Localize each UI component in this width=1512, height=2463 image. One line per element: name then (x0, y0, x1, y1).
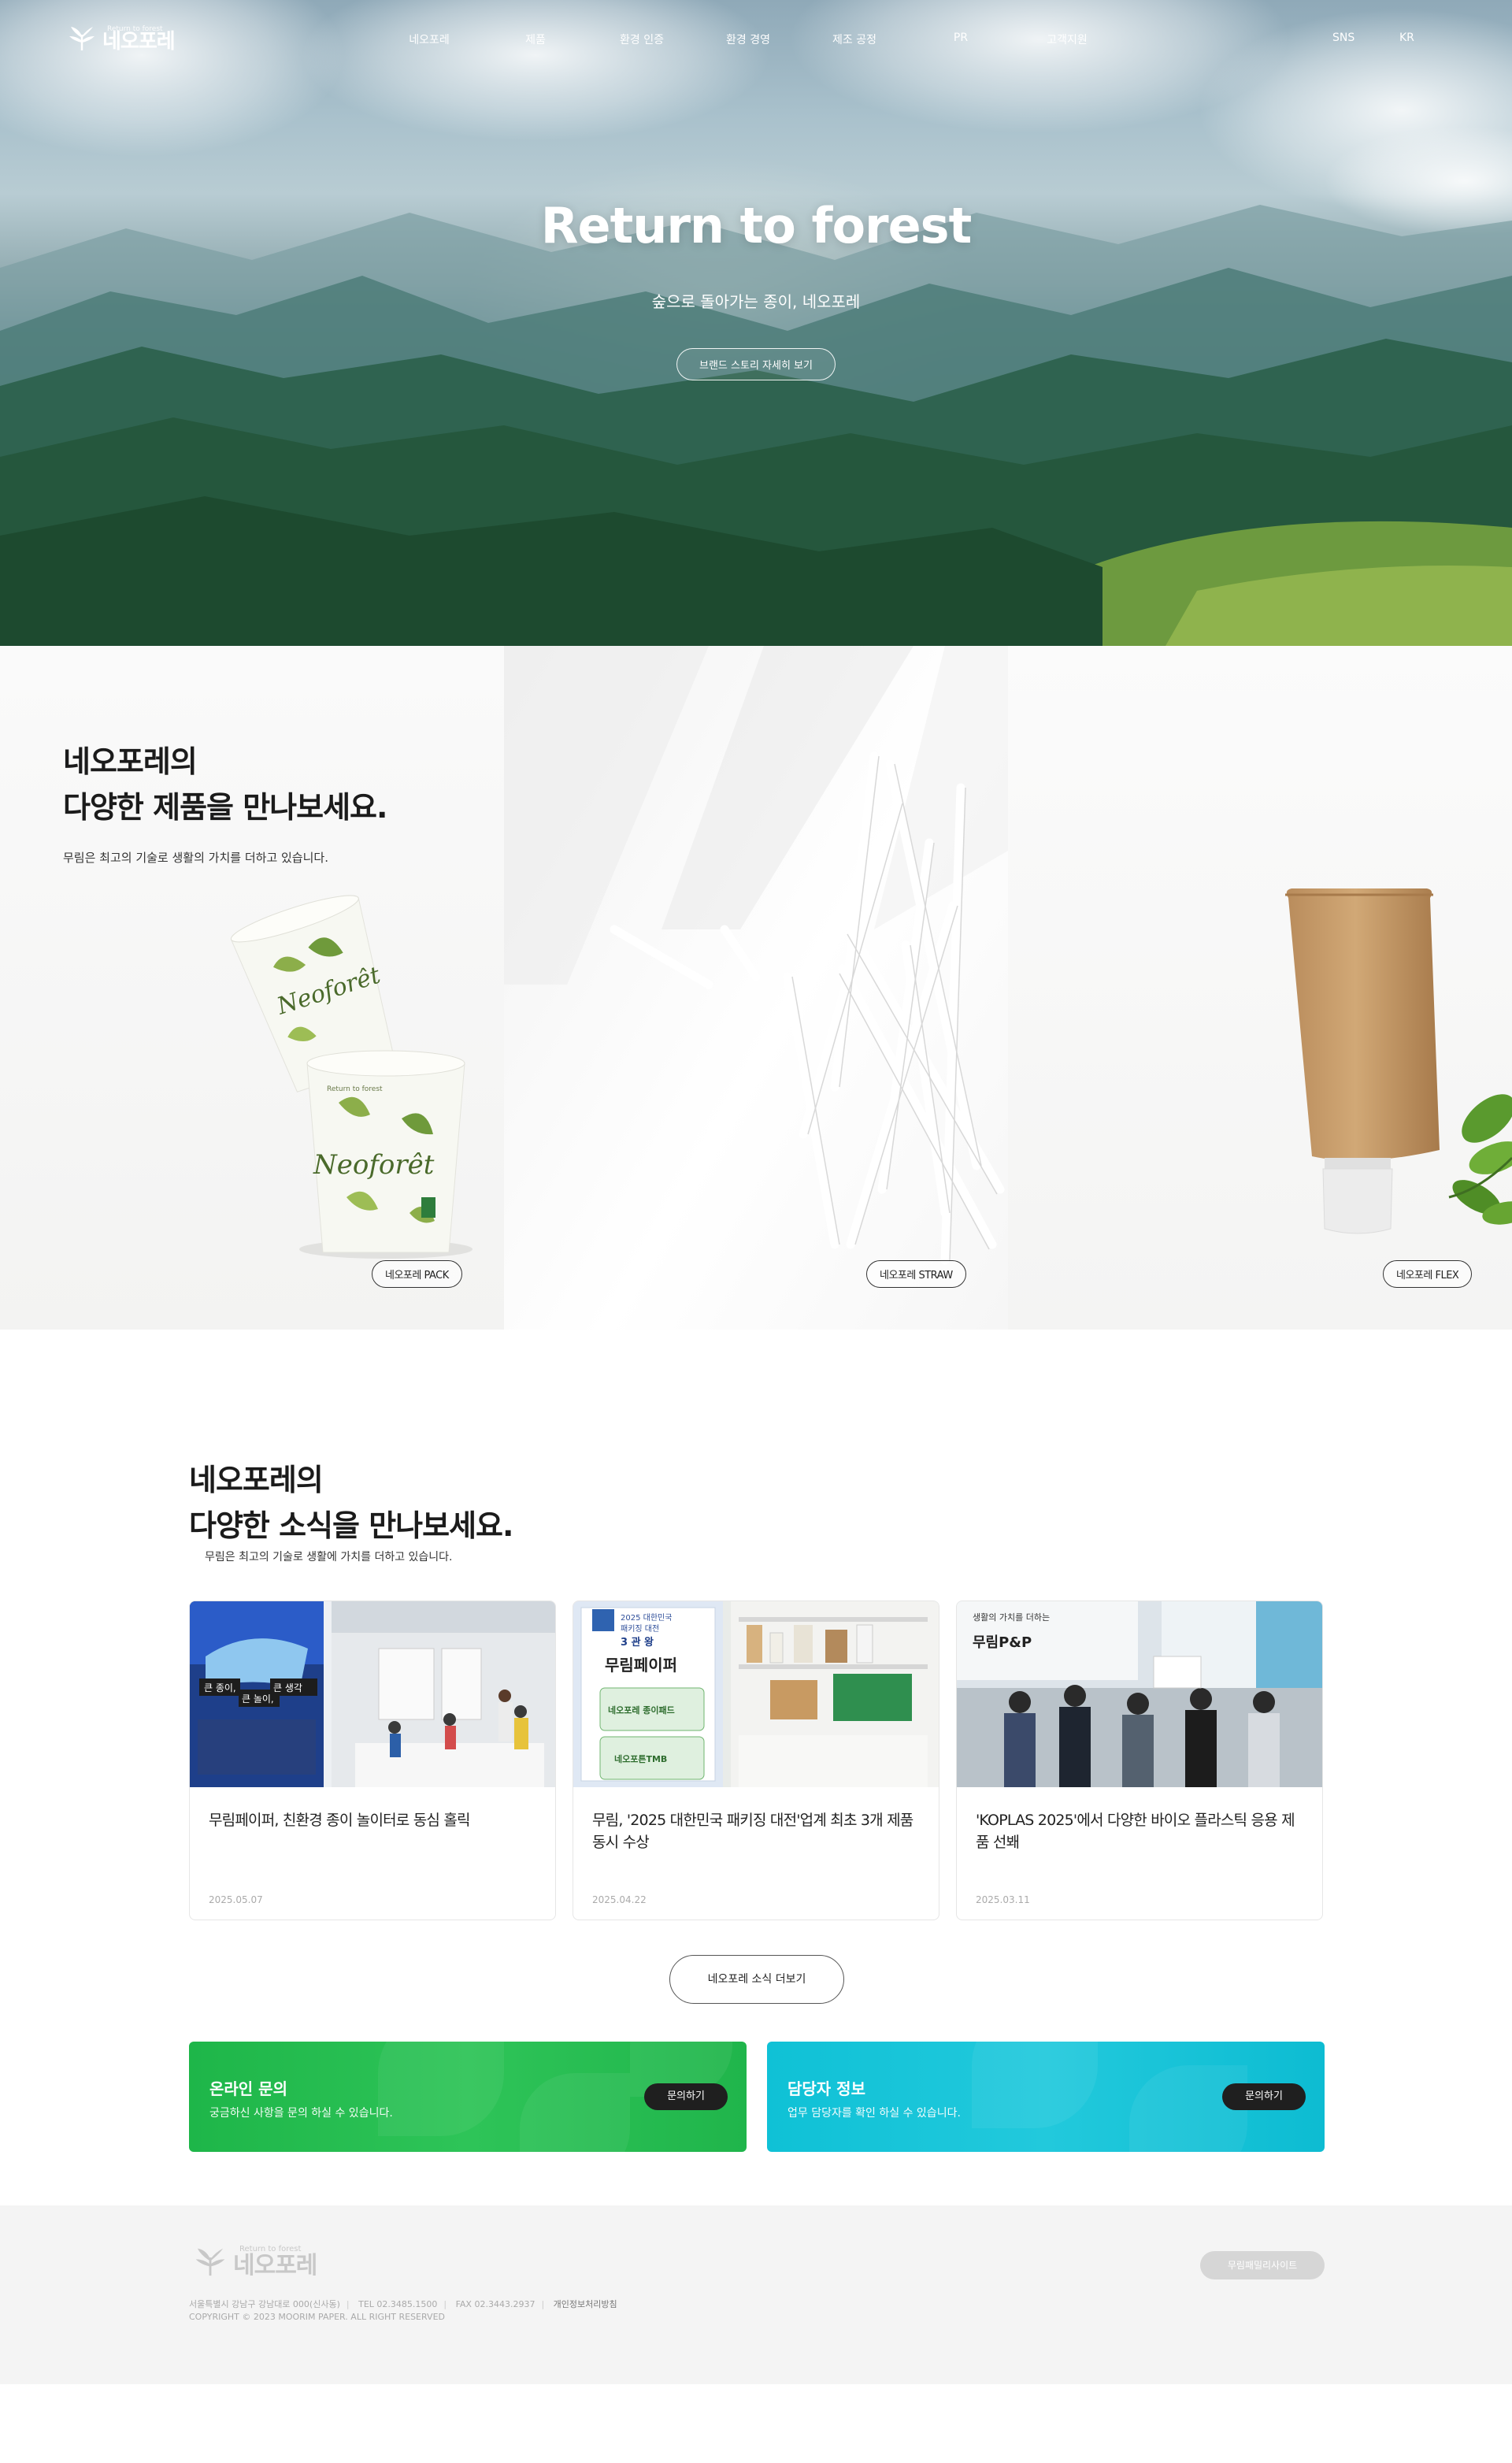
brand-story-button[interactable]: 브랜드 스토리 자세히 보기 (676, 348, 836, 380)
news-card-date: 2025.03.11 (976, 1894, 1030, 1905)
thumb-text: 패키징 대전 (621, 1624, 659, 1634)
news-thumbnail: 생활의 가치를 더하는 무림P&P (957, 1601, 1322, 1787)
language-selector[interactable]: KR (1399, 32, 1414, 44)
sns-link[interactable]: SNS (1332, 32, 1354, 44)
thumb-text: 2025 대한민국 (621, 1613, 672, 1623)
products-title: 네오포레의 다양한 제품을 만나보세요. (63, 739, 387, 830)
news-more-button[interactable]: 네오포레 소식 더보기 (669, 1955, 844, 2004)
leaf-decoration (378, 2042, 504, 2136)
products-title-line2: 다양한 제품을 만나보세요. (63, 790, 387, 825)
hero-section: 네오포레 Return to forest 네오포레 제품 환경 인증 환경 경… (0, 0, 1512, 646)
logo-tagline: Return to forest (107, 25, 163, 33)
leaf-logo-icon (195, 2248, 225, 2276)
news-card-title: 무림, '2025 대한민국 패키징 대전'업계 최초 3개 제품 동시 수상 (592, 1812, 914, 1851)
leaf-decoration (972, 2042, 1098, 2128)
footer-copyright: COPYRIGHT © 2023 MOORIM PAPER. ALL RIGHT… (189, 2312, 445, 2322)
logo[interactable]: 네오포레 Return to forest (66, 24, 176, 55)
cup-tagline: Return to forest (327, 1085, 383, 1093)
footer-tel: TEL 02.3485.1500 (358, 2299, 438, 2309)
product-pack-panel[interactable]: 네오포레의 다양한 제품을 만나보세요. 무림은 최고의 기술로 생활의 가치를… (0, 646, 504, 1330)
thumb-text: 네오포튼TMB (614, 1753, 667, 1764)
hero-title: Return to forest (540, 197, 972, 254)
products-description: 무림은 최고의 기술로 생활의 가치를 더하고 있습니다. (63, 851, 328, 865)
nav-item-pr[interactable]: PR (954, 32, 968, 44)
banner-title: 담당자 정보 (788, 2079, 865, 2098)
contact-person-banner[interactable]: 담당자 정보 업무 담당자를 확인 하실 수 있습니다. 문의하기 (767, 2042, 1325, 2152)
news-section: 네오포레의 다양한 소식을 만나보세요. 무림은 최고의 기술로 생활에 가치를… (0, 1330, 1512, 2205)
news-card[interactable]: 큰 종이, 큰 놀이, 큰 생각 무림페이퍼, 친환경 종이 놀이터로 동심 홀… (189, 1601, 556, 1920)
hero-subtitle: 숲으로 돌아가는 종이, 네오포레 (651, 292, 861, 311)
banner-subtitle: 궁금하신 사항을 문의 하실 수 있습니다. (209, 2107, 393, 2120)
footer-logo[interactable]: 네오포레 Return to forest (192, 2245, 317, 2281)
nav-item-products[interactable]: 제품 (525, 32, 546, 47)
product-tag-pack[interactable]: 네오포레 PACK (372, 1260, 462, 1288)
news-card-title: 무림페이퍼, 친환경 종이 놀이터로 동심 홀릭 (209, 1812, 470, 1829)
leaf-decoration (520, 2073, 630, 2152)
thumb-text: 네오포레 종이패드 (608, 1704, 675, 1716)
thumb-text: 무림P&P (973, 1634, 1032, 1651)
news-card-title: 'KOPLAS 2025'에서 다양한 바이오 플라스틱 응용 제품 선봬 (976, 1812, 1295, 1851)
thumb-text: 생활의 가치를 더하는 (973, 1612, 1050, 1623)
footer: 네오포레 Return to forest 서울특별시 강남구 강남대로 000… (0, 2205, 1512, 2384)
products-title-line1: 네오포레의 (63, 744, 198, 779)
page-bottom-spacer (0, 2384, 1512, 2463)
paper-straw-image (504, 646, 1008, 1265)
product-tag-flex[interactable]: 네오포레 FLEX (1383, 1260, 1473, 1288)
products-section: 네오포레의 다양한 제품을 만나보세요. 무림은 최고의 기술로 생활의 가치를… (0, 646, 1512, 1330)
thumb-text: 큰 종이, (204, 1682, 236, 1693)
news-card[interactable]: 2025 대한민국 패키징 대전 3 관 왕 무림페이퍼 네오포레 종이패드 네… (573, 1601, 939, 1920)
footer-info: 서울특별시 강남구 강남대로 000(신사동) | TEL 02.3485.150… (189, 2299, 617, 2322)
thumb-text: 무림페이퍼 (605, 1656, 677, 1675)
global-navigation: 네오포레 Return to forest 네오포레 제품 환경 인증 환경 경… (0, 0, 1512, 79)
paper-cup-image: Neoforêt Return to forest Neoforêt (230, 895, 472, 1259)
footer-logo-tagline: Return to forest (239, 2245, 302, 2253)
news-thumbnail: 2025 대한민국 패키징 대전 3 관 왕 무림페이퍼 네오포레 종이패드 네… (573, 1601, 939, 1787)
banner-title: 온라인 문의 (209, 2079, 287, 2098)
contact-button[interactable]: 문의하기 (1222, 2083, 1306, 2110)
family-site-select[interactable]: 무림패밀리사이트 (1200, 2251, 1325, 2279)
thumb-text: 큰 생각 (273, 1682, 302, 1693)
news-description: 무림은 최고의 기술로 생활에 가치를 더하고 있습니다. (205, 1551, 453, 1563)
product-straw-panel[interactable]: 네오포레 STRAW (504, 646, 1008, 1330)
hero-copy: Return to forest 숲으로 돌아가는 종이, 네오포레 브랜드 스… (0, 197, 1512, 380)
footer-address: 서울특별시 강남구 강남대로 000(신사동) (189, 2299, 340, 2309)
kraft-tube-image (1285, 888, 1512, 1234)
nav-item-process[interactable]: 제조 공정 (832, 32, 876, 47)
banner-subtitle: 업무 담당자를 확인 하실 수 있습니다. (788, 2107, 961, 2120)
news-card[interactable]: 생활의 가치를 더하는 무림P&P 'KOPLAS 2025'에서 다양한 바이… (956, 1601, 1323, 1920)
nav-item-neoforet[interactable]: 네오포레 (409, 32, 450, 47)
inquiry-button[interactable]: 문의하기 (644, 2083, 728, 2110)
nav-item-environment[interactable]: 환경 경영 (726, 32, 770, 47)
cup-brand-text-front: Neoforêt (313, 1149, 435, 1181)
news-card-date: 2025.04.22 (592, 1894, 647, 1905)
online-inquiry-banner[interactable]: 온라인 문의 궁금하신 사항을 문의 하실 수 있습니다. 문의하기 (189, 2042, 747, 2152)
leaf-logo-icon (69, 27, 94, 50)
privacy-policy-link[interactable]: 개인정보처리방침 (554, 2299, 617, 2309)
news-title-line1: 네오포레의 (189, 1463, 324, 1497)
nav-item-certification[interactable]: 환경 인증 (620, 32, 664, 47)
news-card-date: 2025.05.07 (209, 1894, 263, 1905)
news-thumbnail: 큰 종이, 큰 놀이, 큰 생각 (190, 1601, 555, 1787)
nav-item-support[interactable]: 고객지원 (1047, 32, 1088, 47)
thumb-text: 3 관 왕 (621, 1636, 654, 1649)
news-title-line2: 다양한 소식을 만나보세요. (189, 1508, 513, 1543)
product-tag-straw[interactable]: 네오포레 STRAW (866, 1260, 966, 1288)
thumb-text: 큰 놀이, (242, 1693, 274, 1704)
footer-fax: FAX 02.3443.2937 (455, 2299, 536, 2309)
product-flex-panel[interactable]: 네오포레 FLEX (1008, 646, 1512, 1330)
news-title: 네오포레의 다양한 소식을 만나보세요. (189, 1457, 513, 1549)
